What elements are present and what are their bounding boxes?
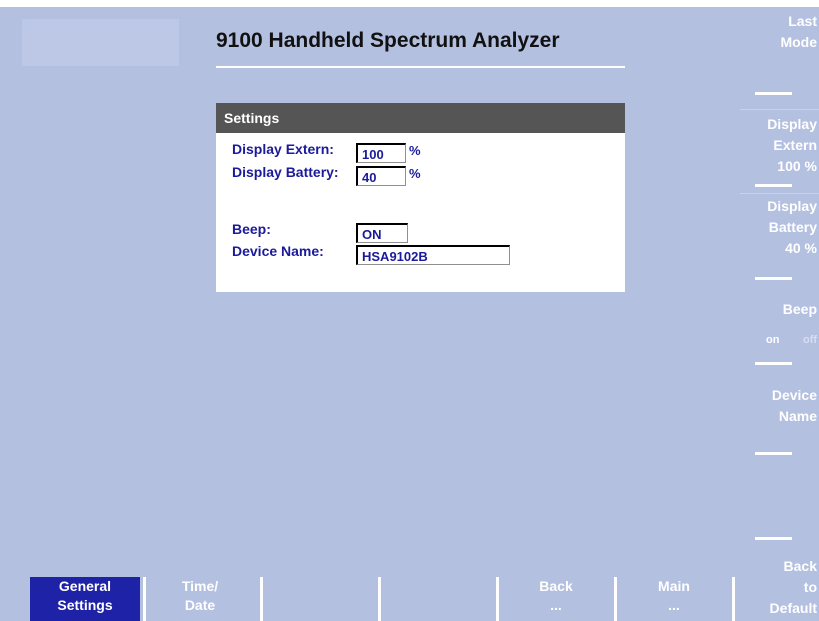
title-divider	[216, 66, 625, 68]
softkey-last-mode-line2: Mode	[780, 34, 817, 50]
softkey-time-date-line2: Date	[184, 597, 216, 613]
page-title: 9100 Handheld Spectrum Analyzer	[216, 29, 560, 52]
softkey-back-to-default-indicator	[755, 537, 792, 540]
softkey-back-line1: Back	[539, 578, 573, 594]
softkey-last-mode-line1: Last	[788, 13, 817, 29]
softkey-beep-label: Beep	[782, 301, 817, 317]
softkey-back[interactable]: Back ...	[499, 577, 613, 621]
display-extern-field[interactable]: 100	[356, 143, 406, 163]
softkey-time-date[interactable]: Time/ Date	[146, 577, 254, 621]
softkey-display-battery-line2: Battery	[768, 219, 817, 235]
softkey-beep[interactable]: Beep	[740, 299, 819, 320]
beep-label: Beep:	[232, 221, 271, 237]
softkey-device-name-line2: Name	[778, 408, 817, 424]
softkey-display-battery[interactable]: Display Battery 40 %	[740, 196, 819, 259]
softkey-display-extern[interactable]: Display Extern 100 %	[740, 114, 819, 177]
softkey-beep-indicator	[755, 362, 792, 365]
beep-field[interactable]: ON	[356, 223, 408, 243]
analyzer-screen: 9100 Handheld Spectrum Analyzer Settings…	[0, 7, 819, 621]
softkey-general-settings-line2: Settings	[57, 597, 113, 613]
softkey-general-settings[interactable]: General Settings	[30, 577, 140, 621]
softkey-display-extern-line2: Extern	[773, 137, 817, 153]
device-name-field[interactable]: HSA9102B	[356, 245, 510, 265]
settings-heading: Settings	[216, 103, 625, 133]
softkey-empty-3[interactable]	[263, 577, 377, 621]
softkey-display-extern-value: 100 %	[777, 158, 817, 174]
softkey-back-to-default-line1: Back	[783, 558, 817, 574]
softkey-display-battery-value: 40 %	[785, 240, 817, 256]
softkey-back-to-default-line2: to	[803, 579, 817, 595]
display-battery-label: Display Battery:	[232, 164, 339, 180]
display-extern-label: Display Extern:	[232, 141, 334, 157]
logo-area	[22, 19, 179, 66]
softkey-device-name[interactable]: Device Name	[740, 385, 819, 427]
softkey-back-line2: ...	[550, 597, 562, 613]
softkey-last-mode[interactable]: Last Mode	[740, 11, 819, 53]
display-battery-field[interactable]: 40	[356, 166, 406, 186]
softkey-separator	[740, 193, 819, 194]
display-battery-unit: %	[409, 166, 421, 181]
softkey-display-extern-indicator	[755, 184, 792, 187]
softkey-display-battery-indicator	[755, 277, 792, 280]
softkey-device-name-line1: Device	[771, 387, 817, 403]
softkey-main-line2: ...	[668, 597, 680, 613]
softkey-main-line1: Main	[658, 578, 690, 594]
softkey-general-settings-line1: General	[58, 578, 112, 594]
beep-toggle-off[interactable]: off	[803, 334, 819, 346]
softkey-device-name-indicator	[755, 452, 792, 455]
softkey-time-date-line1: Time/	[181, 578, 219, 594]
softkey-last-mode-indicator	[755, 92, 792, 95]
softkey-back-to-default[interactable]: Back to Default	[740, 556, 819, 619]
softkey-display-battery-line1: Display	[767, 198, 817, 214]
softkey-main[interactable]: Main ...	[617, 577, 731, 621]
softkey-divider	[732, 577, 735, 621]
softkey-back-to-default-line3: Default	[769, 600, 817, 616]
display-extern-unit: %	[409, 143, 421, 158]
softkey-separator	[740, 109, 819, 110]
settings-panel: Settings Display Extern: 100 % Display B…	[216, 103, 625, 292]
device-name-label: Device Name:	[232, 243, 324, 259]
beep-toggle-on[interactable]: on	[766, 334, 779, 346]
softkey-display-extern-line1: Display	[767, 116, 817, 132]
softkey-empty-4[interactable]	[381, 577, 495, 621]
